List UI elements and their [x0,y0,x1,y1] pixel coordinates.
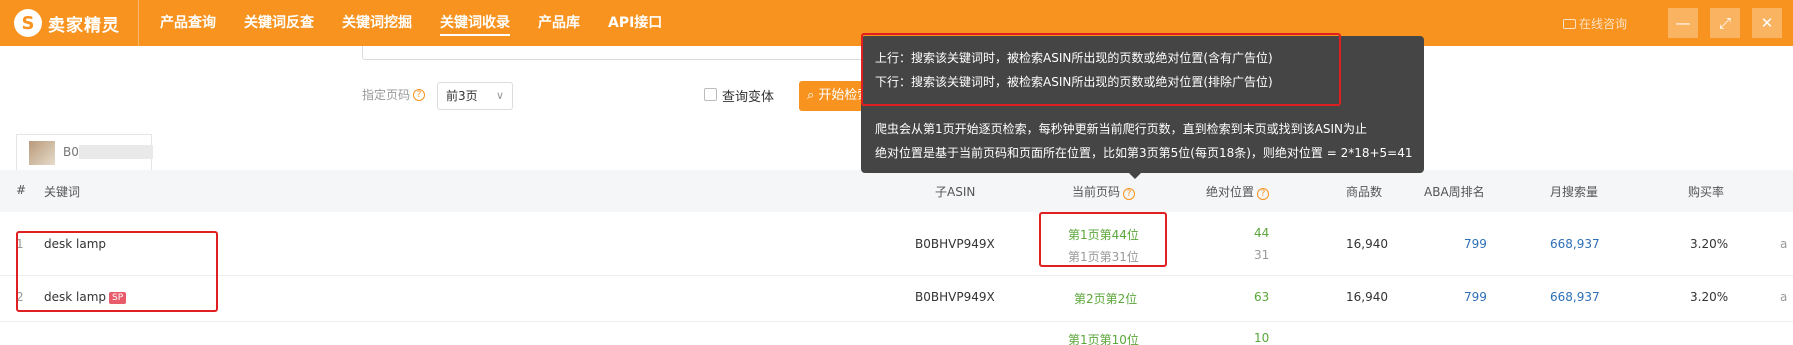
amazon-icon[interactable]: a [1780,237,1787,251]
redacted-asin [79,145,153,159]
help-icon[interactable]: ? [413,88,426,101]
page-label-text: 指定页码 [362,88,411,102]
page-label: 指定页码 ? [362,86,426,103]
aba-rank-link[interactable]: 799 [1464,290,1487,304]
annotation-box-keywords [16,231,218,312]
maximize-button[interactable]: ⤢ [1710,8,1740,38]
amazon-icon[interactable]: a [1780,290,1787,304]
logo-icon: S [14,9,42,37]
table-header: # 关键词 子ASIN 当前页码? 绝对位置? 商品数 ABA周排名 月搜索量 … [0,170,1793,212]
close-icon: ✕ [1760,14,1774,32]
tooltip-line-crawler: 爬虫会从第1页开始逐页检索，每秒钟更新当前爬行页数，直到检索到末页或找到该ASI… [875,122,1367,136]
app-logo[interactable]: S 卖家精灵 [14,9,120,37]
app-name: 卖家精灵 [48,15,120,36]
annotation-box-page-positions [1039,212,1167,267]
chat-icon [1563,18,1576,29]
table-row[interactable]: 2 desk lamp SP B0BHVP949X 第2页第2位 63 16,94… [0,276,1793,322]
table-row[interactable]: 第1页第10位 10 [0,322,1793,345]
search-input[interactable] [362,46,872,60]
help-icon[interactable]: ? [1123,188,1136,200]
col-keyword: 关键词 [44,185,81,199]
main-nav: 产品查询 关键词反查 关键词挖掘 关键词收录 产品库 API接口 [160,0,690,46]
page-position-with-ads: 第1页第10位 [1068,333,1139,345]
search-icon: ⌕ [807,88,815,103]
table-row[interactable]: 1 desk lamp B0BHVP949X 第1页第44位 第1页第31位 4… [0,212,1793,276]
col-absolute-position: 绝对位置? [1206,183,1270,200]
col-current-page: 当前页码? [1072,183,1136,200]
asin-tab[interactable]: B0 [16,134,153,170]
col-product-count: 商品数 [1346,185,1383,199]
product-count-cell: 16,940 [1346,237,1388,251]
asin-tab-label: B0 [63,145,79,159]
monthly-search-link[interactable]: 668,937 [1550,237,1600,251]
col-current-page-label: 当前页码 [1072,185,1121,199]
asin-cell[interactable]: B0BHVP949X [915,290,995,304]
online-consult-link[interactable]: 在线咨询 [1563,15,1627,32]
absolute-position-with-ads: 63 [1254,290,1270,304]
nav-item-api[interactable]: API接口 [608,0,662,46]
col-purchase-rate: 购买率 [1688,185,1725,199]
divider [138,0,139,46]
purchase-rate-cell: 3.20% [1690,290,1729,304]
start-search-button[interactable]: ⌕ 开始检索 [799,81,863,111]
minimize-button[interactable]: — [1668,8,1698,38]
purchase-rate-cell: 3.20% [1690,237,1729,251]
annotation-box-tooltip [861,33,1341,106]
variant-checkbox[interactable] [704,88,717,101]
online-consult-label: 在线咨询 [1579,17,1628,31]
nav-item-keyword-indexing[interactable]: 关键词收录 [440,0,510,46]
nav-item-keyword-reverse[interactable]: 关键词反查 [244,0,314,46]
page-position-with-ads: 第2页第2位 [1074,292,1138,306]
col-child-asin: 子ASIN [935,185,976,199]
page-select-value: 前3页 [446,89,478,103]
absolute-position-with-ads: 44 [1254,226,1270,240]
monthly-search-link[interactable]: 668,937 [1550,290,1600,304]
nav-item-keyword-mining[interactable]: 关键词挖掘 [342,0,412,46]
chevron-down-icon: ∨ [495,89,504,102]
nav-item-product-search[interactable]: 产品查询 [160,0,216,46]
close-button[interactable]: ✕ [1752,8,1782,38]
help-icon[interactable]: ? [1257,188,1270,200]
col-absolute-position-label: 绝对位置 [1206,185,1255,199]
absolute-position-with-ads: 10 [1254,331,1270,345]
page-select[interactable]: 前3页 ∨ [437,82,513,110]
aba-rank-link[interactable]: 799 [1464,237,1487,251]
start-search-label: 开始检索 [818,88,863,103]
minimize-icon: — [1675,14,1691,32]
col-aba-rank: ABA周排名 [1424,185,1485,199]
product-thumbnail [29,141,55,165]
product-count-cell: 16,940 [1346,290,1388,304]
nav-item-product-library[interactable]: 产品库 [538,0,580,46]
absolute-position-without-ads: 31 [1254,248,1270,262]
tooltip-arrow [1129,173,1141,179]
variant-label: 查询变体 [722,90,775,105]
tooltip-line-absolute: 绝对位置是基于当前页码和页面所在位置，比如第3页第5位(每页18条)，则绝对位置… [875,146,1413,160]
expand-icon: ⤢ [1718,14,1731,32]
col-monthly-search: 月搜索量 [1550,185,1599,199]
col-index: # [16,183,27,197]
asin-cell[interactable]: B0BHVP949X [915,237,995,251]
